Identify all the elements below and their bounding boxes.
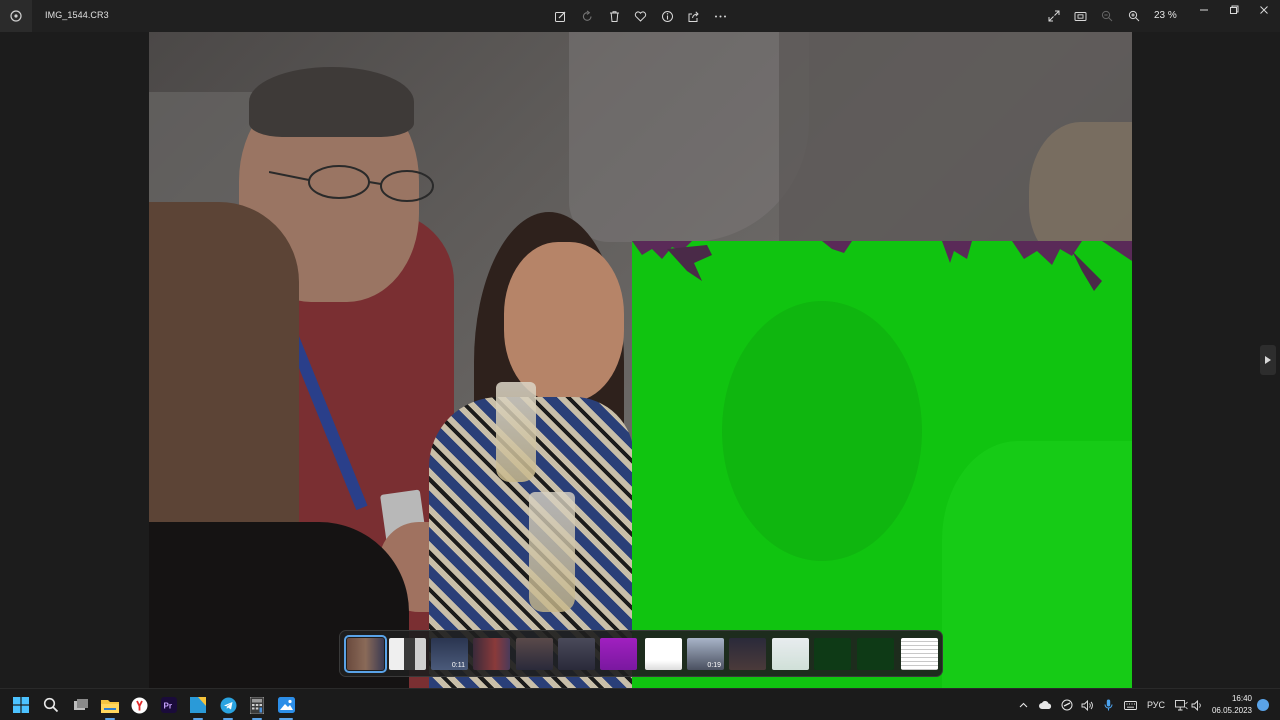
telegram-icon[interactable] xyxy=(218,695,238,715)
task-view-icon[interactable] xyxy=(71,695,91,715)
fullscreen-icon[interactable] xyxy=(1046,8,1062,24)
file-name: IMG_1544.CR3 xyxy=(45,10,109,20)
man-hair xyxy=(249,67,414,137)
next-image-button[interactable] xyxy=(1260,345,1276,375)
photo[interactable] xyxy=(149,32,1132,688)
thumb-13[interactable] xyxy=(857,638,894,670)
input-language[interactable]: РУС xyxy=(1143,697,1169,713)
wall-shape xyxy=(569,32,809,242)
yandex-browser-icon[interactable] xyxy=(129,695,149,715)
woman-face xyxy=(504,242,624,402)
delete-icon[interactable] xyxy=(606,8,622,24)
minimize-button[interactable] xyxy=(1188,0,1220,20)
photos-app-icon[interactable] xyxy=(0,0,32,32)
thumb-6[interactable] xyxy=(558,638,595,670)
app-tray-icon[interactable] xyxy=(1060,697,1074,713)
filmstrip: 0:11 0:19 xyxy=(339,630,943,677)
thumb-12[interactable] xyxy=(814,638,851,670)
thumb-2[interactable] xyxy=(389,638,426,670)
notification-icon[interactable] xyxy=(1257,699,1269,711)
premiere-pro-icon[interactable]: Pr xyxy=(159,695,179,715)
thumb-4[interactable] xyxy=(473,638,510,670)
thumb-5[interactable] xyxy=(516,638,553,670)
photos-icon[interactable] xyxy=(276,695,296,715)
volume-icon[interactable] xyxy=(1080,697,1094,713)
svg-text:Pr: Pr xyxy=(164,702,172,711)
thumb-9[interactable]: 0:19 xyxy=(687,638,724,670)
thumb-14[interactable] xyxy=(901,638,938,670)
share-icon[interactable] xyxy=(685,8,701,24)
app-icon[interactable] xyxy=(188,695,208,715)
title-bar: IMG_1544.CR3 23 % xyxy=(0,0,1280,32)
overlay-highlight xyxy=(942,441,1132,688)
fit-to-window-icon[interactable] xyxy=(1072,8,1088,24)
thumb-1[interactable] xyxy=(344,635,387,673)
keyboard-icon[interactable] xyxy=(1123,697,1137,713)
taskbar: Pr РУС 16:40 06.05.2023 xyxy=(0,688,1280,720)
rotate-icon[interactable] xyxy=(579,8,595,24)
champagne-glass xyxy=(529,492,575,612)
file-explorer-icon[interactable] xyxy=(100,695,120,715)
restore-button[interactable] xyxy=(1218,0,1250,20)
search-icon[interactable] xyxy=(41,695,61,715)
thumb-3[interactable]: 0:11 xyxy=(431,638,468,670)
thumb-10[interactable] xyxy=(729,638,766,670)
show-hidden-icons-icon[interactable] xyxy=(1017,697,1029,713)
favorite-icon[interactable] xyxy=(632,8,648,24)
image-canvas xyxy=(0,32,1280,688)
speaker-icon[interactable] xyxy=(1190,697,1204,713)
calculator-icon[interactable] xyxy=(247,695,267,715)
green-overlay xyxy=(632,241,1132,688)
thumb-8[interactable] xyxy=(645,638,682,670)
glasses xyxy=(269,165,434,202)
microphone-icon[interactable] xyxy=(1101,697,1115,713)
clock-date[interactable]: 06.05.2023 xyxy=(1208,706,1252,715)
info-icon[interactable] xyxy=(659,8,675,24)
overlay-artifacts xyxy=(632,241,1132,291)
more-icon[interactable] xyxy=(712,8,728,24)
clock-time[interactable]: 16:40 xyxy=(1216,694,1252,703)
edit-icon[interactable] xyxy=(552,8,568,24)
onedrive-icon[interactable] xyxy=(1038,697,1052,713)
zoom-in-icon[interactable] xyxy=(1126,8,1142,24)
thumb-7[interactable] xyxy=(600,638,637,670)
video-duration: 0:11 xyxy=(451,662,465,669)
zoom-level[interactable]: 23 % xyxy=(1154,10,1177,21)
windows-start-icon[interactable] xyxy=(11,695,31,715)
overlay-shadow xyxy=(722,301,922,561)
zoom-out-icon[interactable] xyxy=(1099,8,1115,24)
network-icon[interactable] xyxy=(1174,697,1188,713)
champagne-glass xyxy=(496,382,536,482)
video-duration: 0:19 xyxy=(707,662,721,669)
thumb-11[interactable] xyxy=(772,638,809,670)
close-button[interactable] xyxy=(1248,0,1280,20)
